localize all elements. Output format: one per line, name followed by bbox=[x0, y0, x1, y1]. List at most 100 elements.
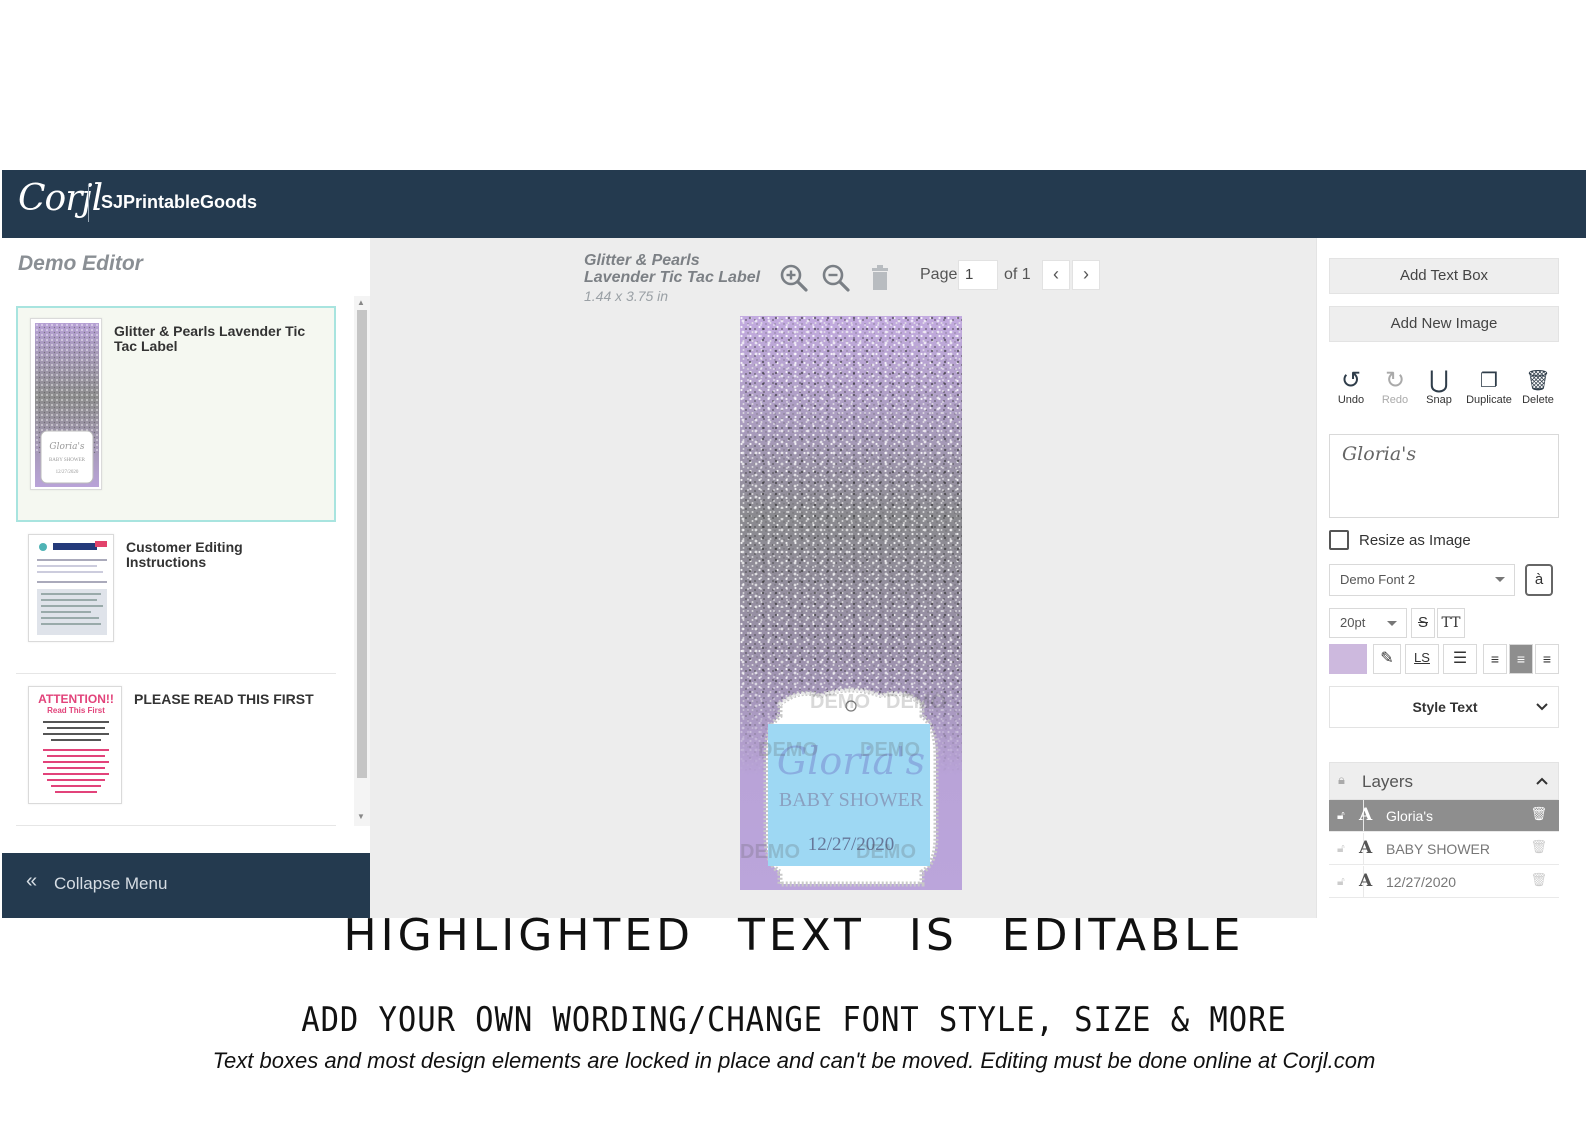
letter-spacing-icon[interactable]: LS bbox=[1405, 644, 1439, 674]
page-item-read-first[interactable]: ATTENTION!! Read This First PLEASE READ … bbox=[16, 676, 336, 826]
font-select[interactable]: Demo Font 2 bbox=[1329, 564, 1515, 596]
caption-note: Text boxes and most design elements are … bbox=[212, 1048, 1376, 1073]
magnet-icon: ⋃ bbox=[1429, 367, 1449, 394]
align-center-icon[interactable]: ≡ bbox=[1509, 644, 1533, 674]
properties-panel: Add Text Box Add New Image ↺ Undo ↻ Redo… bbox=[1316, 238, 1586, 918]
thumb-date: 12/27/2020 bbox=[56, 470, 79, 475]
text-case-icon[interactable]: TT bbox=[1437, 608, 1465, 638]
eyedropper-icon[interactable]: ✎ bbox=[1373, 644, 1401, 674]
page-item-title: Customer Editing Instructions bbox=[126, 539, 243, 570]
delete-button[interactable]: 🗑 Delete bbox=[1519, 368, 1557, 406]
watermark: DEMO bbox=[810, 691, 870, 713]
chevron-down-icon bbox=[1495, 577, 1505, 582]
unlock-icon[interactable]: 🔓︎ bbox=[1337, 874, 1345, 889]
thumb-sub: BABY SHOWER bbox=[49, 458, 86, 463]
text-edit-value: Gloria's bbox=[1342, 443, 1417, 465]
unlock-icon[interactable]: 🔓︎ bbox=[1337, 841, 1345, 856]
trash-icon: 🗑 bbox=[1525, 370, 1551, 392]
page-item-instructions[interactable]: Customer Editing Instructions bbox=[16, 524, 336, 674]
label-baby-shower-text[interactable]: BABY SHOWER bbox=[779, 789, 924, 811]
editor-app: Corjl SJPrintableGoods Demo Editor Glori… bbox=[2, 170, 1586, 918]
trash-icon[interactable]: 🗑︎ bbox=[1530, 872, 1547, 888]
style-text-label: Style Text bbox=[1412, 699, 1478, 715]
special-characters-icon[interactable]: à bbox=[1525, 564, 1553, 596]
document-size: 1.44 x 3.75 in bbox=[584, 288, 669, 304]
trash-icon[interactable]: 🗑︎ bbox=[1530, 806, 1547, 822]
double-chevron-left-icon: « bbox=[26, 870, 38, 892]
text-layer-icon: A bbox=[1359, 838, 1373, 858]
chevron-down-icon bbox=[1536, 703, 1548, 711]
text-layer-icon: A bbox=[1359, 805, 1373, 825]
line-height-icon[interactable]: ☰ bbox=[1443, 644, 1477, 674]
align-right-icon[interactable]: ≡ bbox=[1535, 644, 1559, 674]
label-design: Gloria's BABY SHOWER 12/27/2020 DEMO DEM… bbox=[740, 316, 962, 890]
resize-as-image-checkbox[interactable] bbox=[1329, 530, 1349, 550]
scroll-down-icon[interactable]: ▼ bbox=[357, 812, 365, 821]
shop-name: SJPrintableGoods bbox=[101, 192, 258, 212]
next-page-button[interactable]: › bbox=[1072, 260, 1100, 290]
undo-button[interactable]: ↺ Undo bbox=[1333, 368, 1369, 407]
thumb-read-first: Read This First bbox=[47, 706, 105, 715]
collapse-menu-label: Collapse Menu bbox=[54, 874, 168, 893]
add-new-image-button[interactable]: Add New Image bbox=[1329, 306, 1559, 342]
page-thumbnail bbox=[28, 534, 114, 642]
layer-row[interactable]: 🔓︎ A 12/27/2020 🗑︎ bbox=[1329, 866, 1559, 898]
trash-icon[interactable]: 🗑︎ bbox=[1530, 839, 1547, 855]
watermark: DEMO bbox=[740, 841, 800, 863]
document-title-line1: Glitter & Pearls bbox=[584, 252, 700, 269]
watermark: DEMO bbox=[758, 739, 818, 761]
redo-label: Redo bbox=[1381, 394, 1409, 406]
design-canvas-area: Glitter & Pearls Lavender Tic Tac Label … bbox=[370, 238, 1316, 918]
page-number-input[interactable]: 1 bbox=[958, 260, 998, 290]
font-size-value: 20pt bbox=[1340, 615, 1366, 630]
zoom-in-icon[interactable] bbox=[778, 262, 810, 294]
layer-row[interactable]: 🔓︎ A Gloria's 🗑︎ bbox=[1329, 800, 1559, 832]
add-text-box-button[interactable]: Add Text Box bbox=[1329, 258, 1559, 294]
align-left-icon[interactable]: ≡ bbox=[1483, 644, 1507, 674]
page-list-scrollbar[interactable]: ▲ ▼ bbox=[354, 296, 370, 826]
text-edit-field[interactable]: Gloria's bbox=[1329, 434, 1559, 518]
layers-header[interactable]: 🔒︎ Layers bbox=[1329, 762, 1559, 800]
page-thumbnail: ATTENTION!! Read This First bbox=[28, 686, 122, 804]
label-artwork: Gloria's BABY SHOWER 12/27/2020 DEMO DEM… bbox=[740, 316, 962, 890]
font-size-select[interactable]: 20pt bbox=[1329, 608, 1407, 638]
top-navbar: Corjl SJPrintableGoods bbox=[2, 170, 1586, 238]
page-item-label[interactable]: Gloria's BABY SHOWER 12/27/2020 Glitter … bbox=[16, 306, 336, 522]
caption-subheading: ADD YOUR OWN WORDING/CHANGE FONT STYLE, … bbox=[301, 1000, 1287, 1040]
trash-icon[interactable] bbox=[864, 262, 896, 294]
collapse-menu-button[interactable]: « Collapse Menu bbox=[2, 853, 370, 918]
page-thumbnail: Gloria's BABY SHOWER 12/27/2020 bbox=[30, 318, 102, 490]
snap-button[interactable]: ⋃ Snap bbox=[1421, 367, 1457, 407]
label-thumbnail-art: Gloria's BABY SHOWER 12/27/2020 bbox=[35, 323, 99, 487]
layer-row[interactable]: 🔓︎ A BABY SHOWER 🗑︎ bbox=[1329, 833, 1559, 865]
caption-heading: HIGHLIGHTED TEXT IS EDITABLE bbox=[343, 910, 1245, 961]
layer-name: BABY SHOWER bbox=[1386, 841, 1490, 857]
strikethrough-icon[interactable]: S bbox=[1411, 608, 1435, 638]
font-select-value: Demo Font 2 bbox=[1340, 572, 1416, 587]
prev-page-button[interactable]: ‹ bbox=[1042, 260, 1070, 290]
corjl-logo[interactable]: Corjl bbox=[18, 178, 103, 219]
duplicate-button[interactable]: ❐ Duplicate bbox=[1461, 368, 1517, 406]
zoom-out-icon[interactable] bbox=[820, 262, 852, 294]
duplicate-icon: ❐ bbox=[1480, 370, 1498, 392]
layer-name: Gloria's bbox=[1386, 808, 1434, 824]
snap-label: Snap bbox=[1426, 394, 1452, 406]
text-layer-icon: A bbox=[1359, 871, 1373, 891]
text-color-swatch[interactable] bbox=[1329, 644, 1367, 674]
redo-icon: ↻ bbox=[1384, 367, 1406, 394]
style-text-dropdown[interactable]: Style Text bbox=[1329, 686, 1559, 728]
unlock-icon[interactable]: 🔓︎ bbox=[1337, 808, 1345, 823]
redo-button[interactable]: ↻ Redo bbox=[1377, 367, 1413, 407]
duplicate-label: Duplicate bbox=[1466, 394, 1512, 406]
scroll-thumb[interactable] bbox=[357, 310, 367, 778]
scroll-up-icon[interactable]: ▲ bbox=[357, 298, 365, 307]
thumb-attention: ATTENTION!! bbox=[38, 692, 114, 706]
layers-title: Layers bbox=[1362, 772, 1414, 791]
resize-as-image-label: Resize as Image bbox=[1359, 532, 1471, 549]
pages-panel: Demo Editor Gloria's BABY SHOWER 12/27/2… bbox=[2, 238, 370, 918]
page-count: of 1 bbox=[1004, 266, 1031, 283]
page-item-title: PLEASE READ THIS FIRST bbox=[134, 691, 314, 707]
lock-icon: 🔒︎ bbox=[1338, 772, 1345, 787]
thumb-name: Gloria's bbox=[49, 442, 85, 452]
instructions-thumbnail-art bbox=[37, 541, 107, 635]
